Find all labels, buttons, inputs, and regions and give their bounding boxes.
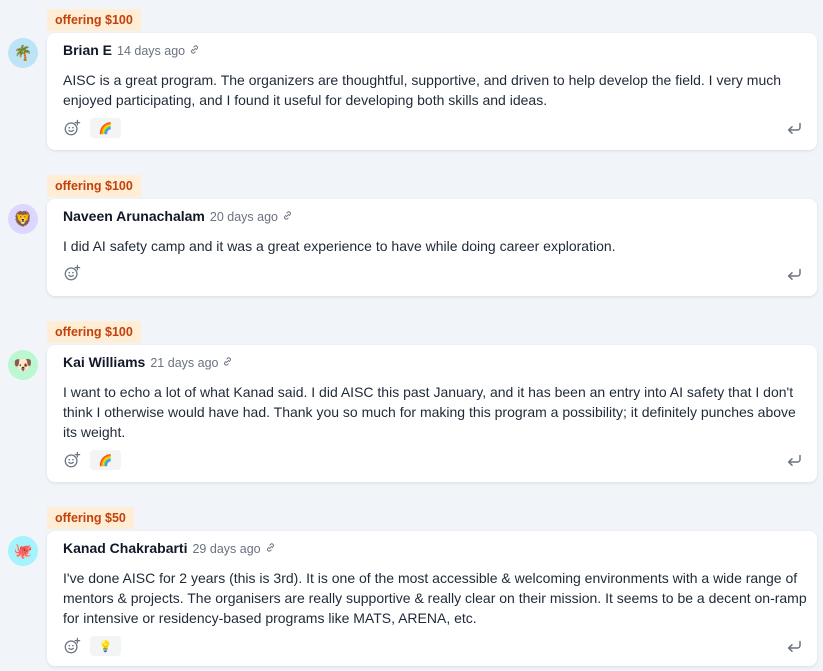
reply-icon[interactable]	[786, 452, 802, 468]
comment-text: AISC is a great program. The organizers …	[63, 72, 782, 108]
timestamp[interactable]: 29 days ago	[192, 542, 260, 556]
author-name[interactable]: Brian E	[63, 42, 112, 58]
avatar[interactable]: 🌴	[8, 38, 38, 68]
link-icon[interactable]	[222, 356, 233, 367]
reaction-chip[interactable]: 🌈	[90, 118, 121, 138]
reaction-bar	[63, 264, 81, 282]
comment-card: Naveen Arunachalam 20 days ago I did AI …	[47, 199, 817, 296]
reaction-chip[interactable]: 💡	[90, 636, 121, 656]
timestamp[interactable]: 14 days ago	[117, 44, 185, 58]
avatar[interactable]: 🐶	[8, 350, 38, 380]
comment-card: Brian E 14 days ago AISC is a great prog…	[47, 33, 817, 150]
comment-header: Kai Williams 21 days ago	[63, 354, 233, 370]
comment-header: Naveen Arunachalam 20 days ago	[63, 208, 293, 224]
comment-header: Kanad Chakrabarti 29 days ago	[63, 540, 276, 556]
offer-badge: offering $50	[47, 507, 134, 529]
add-reaction-icon[interactable]	[63, 637, 81, 655]
author-name[interactable]: Naveen Arunachalam	[63, 208, 205, 224]
author-name[interactable]: Kai Williams	[63, 354, 145, 370]
comment-card: Kai Williams 21 days ago I want to echo …	[47, 345, 817, 482]
offer-badge: offering $100	[47, 175, 141, 197]
link-icon[interactable]	[265, 542, 276, 553]
add-reaction-icon[interactable]	[63, 119, 81, 137]
comment-text: I've done AISC for 2 years (this is 3rd)…	[63, 570, 807, 626]
reply-icon[interactable]	[786, 266, 802, 282]
avatar[interactable]: 🦁	[8, 204, 38, 234]
reaction-bar: 🌈	[63, 118, 121, 138]
link-icon[interactable]	[282, 210, 293, 221]
offer-badge: offering $100	[47, 9, 141, 31]
comment-text: I did AI safety camp and it was a great …	[63, 238, 616, 254]
author-name[interactable]: Kanad Chakrabarti	[63, 540, 187, 556]
add-reaction-icon[interactable]	[63, 264, 81, 282]
offer-badge: offering $100	[47, 321, 141, 343]
comment-header: Brian E 14 days ago	[63, 42, 200, 58]
comment-feed: offering $100 🌴 Brian E 14 days ago AISC…	[0, 0, 823, 671]
link-icon[interactable]	[189, 44, 200, 55]
reaction-bar: 💡	[63, 636, 121, 656]
avatar[interactable]: 🐙	[8, 536, 38, 566]
timestamp[interactable]: 20 days ago	[210, 210, 278, 224]
reaction-chip[interactable]: 🌈	[90, 450, 121, 470]
comment-text: I want to echo a lot of what Kanad said.…	[63, 384, 796, 440]
add-reaction-icon[interactable]	[63, 451, 81, 469]
timestamp[interactable]: 21 days ago	[150, 356, 218, 370]
reply-icon[interactable]	[786, 120, 802, 136]
comment-card: Kanad Chakrabarti 29 days ago I've done …	[47, 531, 817, 666]
reaction-bar: 🌈	[63, 450, 121, 470]
reply-icon[interactable]	[786, 638, 802, 654]
